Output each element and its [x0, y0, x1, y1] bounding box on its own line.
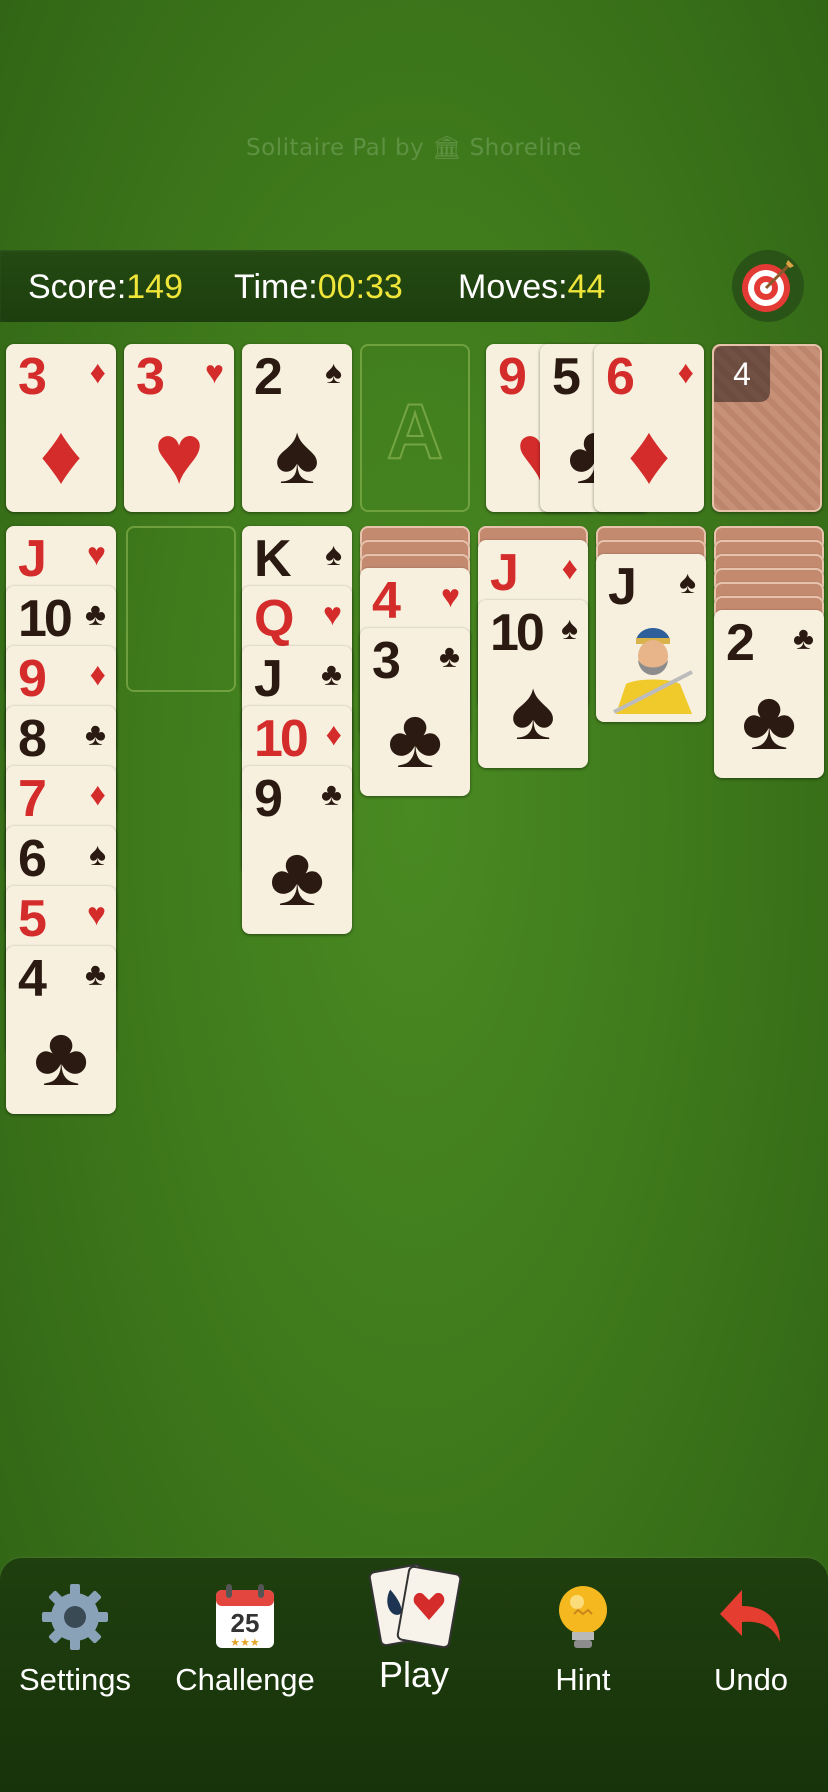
playing-card[interactable]: 6 ♦ ♦ [594, 344, 704, 512]
card-suit: ♣ [85, 596, 106, 632]
stock-count: 4 [714, 346, 770, 402]
card-center-suit: ♦ [627, 407, 671, 501]
gear-icon [42, 1584, 108, 1650]
card-rank: K [254, 530, 292, 588]
card-center-suit: ♠ [274, 407, 320, 501]
card-center-suit: ♠ [510, 663, 556, 757]
card-suit: ♣ [439, 638, 460, 674]
card-rank: 3 [372, 632, 401, 690]
stock-pile[interactable]: 4 [712, 344, 822, 512]
card-rank: 10 [18, 590, 73, 648]
card-rank: 5 [552, 348, 581, 406]
goals-button[interactable] [732, 250, 804, 322]
challenge-label: Challenge [175, 1662, 315, 1697]
card-suit: ♠ [679, 564, 696, 600]
tableau-empty-slot[interactable] [126, 526, 236, 692]
card-rank: J [608, 558, 637, 616]
score-display: Score:149 [28, 268, 183, 306]
hint-label: Hint [555, 1662, 611, 1697]
target-icon [742, 260, 794, 312]
card-rank: 9 [18, 650, 47, 708]
card-center-suit: ♣ [269, 829, 325, 923]
card-suit: ♥ [87, 536, 106, 572]
card-rank: 8 [18, 710, 47, 768]
card-suit: ♦ [89, 656, 106, 692]
svg-text:★★★: ★★★ [230, 1637, 260, 1649]
moves-display: Moves:44 [458, 268, 606, 306]
playing-card[interactable]: 2 ♣ ♣ [714, 610, 824, 778]
card-suit: ♦ [89, 354, 106, 390]
card-suit: ♥ [205, 354, 224, 390]
card-center-suit: ♣ [387, 691, 443, 785]
undo-label: Undo [713, 1662, 789, 1697]
card-suit: ♦ [561, 550, 578, 586]
status-bar: Score:149 Time:00:33 Moves:44 [0, 250, 650, 322]
card-rank: J [490, 544, 519, 602]
card-rank: 4 [18, 950, 47, 1008]
playing-card[interactable]: 2 ♠ ♠ [242, 344, 352, 512]
card-suit: ♦ [325, 716, 342, 752]
card-center-suit: ♣ [33, 1009, 89, 1103]
playing-card[interactable]: 3 ♦ ♦ [6, 344, 116, 512]
card-suit: ♣ [321, 776, 342, 812]
lightbulb-icon [559, 1586, 607, 1648]
card-suit: ♠ [89, 836, 106, 872]
playing-card[interactable]: 3 ♥ ♥ [124, 344, 234, 512]
card-suit: ♥ [87, 896, 106, 932]
challenge-day: 25 [231, 1608, 260, 1638]
card-rank: 10 [490, 604, 545, 662]
playing-card[interactable]: J ♠ [596, 554, 706, 722]
card-rank: Q [254, 590, 294, 648]
settings-button[interactable]: Settings [0, 1580, 150, 1698]
card-suit: ♥ [441, 578, 460, 614]
ace-placeholder: A [386, 386, 444, 476]
card-rank: 4 [372, 572, 401, 630]
card-suit: ♠ [325, 536, 342, 572]
card-rank: J [254, 650, 283, 708]
card-rank: 5 [18, 890, 47, 948]
card-rank: 9 [498, 348, 527, 406]
foundation-empty-slot[interactable]: A [360, 344, 470, 512]
bottom-toolbar: Settings 25 ★★★ Challenge Play Hint Undo [0, 1558, 828, 1792]
challenge-button[interactable]: 25 ★★★ Challenge [170, 1580, 320, 1698]
playing-card[interactable]: 9 ♣ ♣ [242, 766, 352, 934]
card-rank: 2 [254, 348, 283, 406]
card-suit: ♣ [793, 620, 814, 656]
cards-icon [368, 1563, 462, 1649]
play-label: Play [378, 1654, 450, 1695]
card-rank: J [18, 530, 47, 588]
app-title: Solitaire Pal by 🏛 Shoreline [246, 135, 582, 161]
card-center-suit: ♣ [741, 673, 797, 767]
time-display: Time:00:33 [234, 268, 403, 306]
settings-label: Settings [18, 1662, 131, 1697]
playing-card[interactable]: 10 ♠ ♠ [478, 600, 588, 768]
card-suit: ♦ [89, 776, 106, 812]
card-center-suit: ♥ [154, 407, 204, 501]
card-rank: 3 [18, 348, 47, 406]
card-suit: ♣ [85, 956, 106, 992]
card-rank: 6 [18, 830, 47, 888]
card-suit: ♠ [325, 354, 342, 390]
card-suit: ♥ [323, 596, 342, 632]
card-rank: 7 [18, 770, 47, 828]
card-center-suit: ♦ [39, 407, 83, 501]
card-rank: 10 [254, 710, 309, 768]
card-suit: ♣ [321, 656, 342, 692]
card-rank: 2 [726, 614, 755, 672]
card-rank: 6 [606, 348, 635, 406]
card-suit: ♠ [561, 610, 578, 646]
playing-card[interactable]: 3 ♣ ♣ [360, 628, 470, 796]
card-suit: ♣ [85, 716, 106, 752]
calendar-icon: 25 ★★★ [216, 1584, 274, 1649]
undo-arrow-icon [720, 1590, 780, 1642]
undo-button[interactable]: Undo [676, 1580, 826, 1698]
jack-face-icon [613, 628, 693, 714]
card-suit: ♦ [677, 354, 694, 390]
playing-card[interactable]: 4 ♣ ♣ [6, 946, 116, 1114]
hint-button[interactable]: Hint [508, 1580, 658, 1698]
play-button[interactable]: Play [339, 1558, 489, 1696]
card-rank: 9 [254, 770, 283, 828]
card-rank: 3 [136, 348, 165, 406]
